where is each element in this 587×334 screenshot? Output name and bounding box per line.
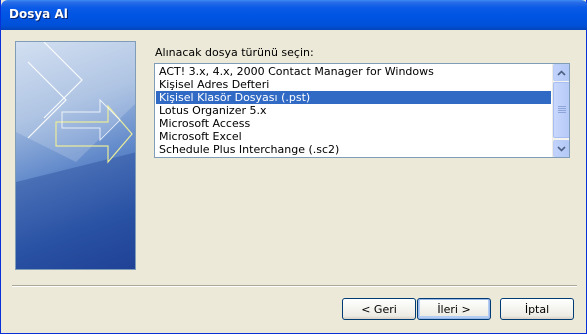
window-title: Dosya Al bbox=[9, 7, 68, 21]
file-type-option[interactable]: Schedule Plus Interchange (.sc2) bbox=[156, 143, 551, 156]
file-type-list: ACT! 3.x, 4.x, 2000 Contact Manager for … bbox=[156, 65, 551, 156]
vertical-scrollbar[interactable] bbox=[552, 64, 569, 157]
title-bar[interactable]: Dosya Al bbox=[1, 0, 587, 30]
file-type-option[interactable]: Kişisel Klasör Dosyası (.pst) bbox=[156, 91, 551, 104]
file-type-option[interactable]: Microsoft Access bbox=[156, 117, 551, 130]
file-type-option[interactable]: ACT! 3.x, 4.x, 2000 Contact Manager for … bbox=[156, 65, 551, 78]
button-separator bbox=[12, 285, 577, 287]
back-button[interactable]: < Geri bbox=[342, 298, 416, 320]
chevron-down-icon bbox=[557, 145, 566, 152]
scroll-up-button[interactable] bbox=[553, 64, 569, 81]
scroll-down-button[interactable] bbox=[553, 140, 569, 157]
file-type-option[interactable]: Lotus Organizer 5.x bbox=[156, 104, 551, 117]
scroll-thumb[interactable] bbox=[553, 82, 569, 138]
wizard-arrows-graphic bbox=[16, 42, 135, 269]
chevron-up-icon bbox=[557, 69, 566, 76]
import-dialog: Dosya Al Alınacak dosya türünü seçin: AC… bbox=[0, 0, 587, 334]
wizard-graphic bbox=[15, 41, 136, 270]
file-type-option[interactable]: Kişisel Adres Defteri bbox=[156, 78, 551, 91]
cancel-button[interactable]: İptal bbox=[500, 298, 574, 320]
file-type-listbox[interactable]: ACT! 3.x, 4.x, 2000 Contact Manager for … bbox=[154, 63, 570, 158]
file-type-prompt: Alınacak dosya türünü seçin: bbox=[155, 46, 314, 59]
file-type-option[interactable]: Microsoft Excel bbox=[156, 130, 551, 143]
next-button[interactable]: İleri > bbox=[417, 298, 491, 320]
